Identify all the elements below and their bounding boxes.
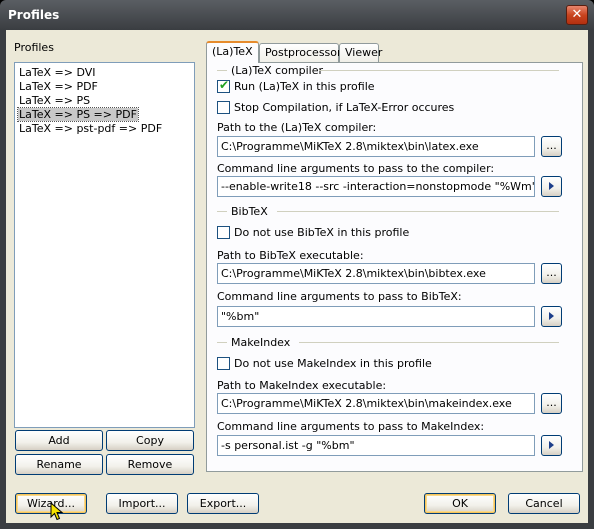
bibtex-path-input[interactable]: C:\Programme\MiKTeX 2.8\miktex\bin\bibte… xyxy=(217,263,535,284)
group-divider xyxy=(299,342,559,343)
bibtex-group-title: BibTeX xyxy=(231,205,268,218)
arrow-right-icon xyxy=(549,182,554,190)
add-button[interactable]: Add xyxy=(15,430,103,451)
latex-browse-button[interactable]: ... xyxy=(541,136,562,157)
makeindex-browse-button[interactable]: ... xyxy=(541,393,562,414)
group-divider xyxy=(319,70,559,71)
remove-button[interactable]: Remove xyxy=(106,454,194,475)
tab-viewer[interactable]: Viewer xyxy=(339,43,382,62)
export-button[interactable]: Export... xyxy=(187,493,259,514)
run-latex-label: Run (La)TeX in this profile xyxy=(234,80,375,93)
makeindex-args-label: Command line arguments to pass to MakeIn… xyxy=(217,420,485,433)
arrow-right-icon xyxy=(549,312,554,320)
arrow-right-icon xyxy=(549,441,554,449)
bibtex-browse-button[interactable]: ... xyxy=(541,263,562,284)
bibtex-path-label: Path to BibTeX executable: xyxy=(217,249,364,262)
tab-postprocessor[interactable]: Postprocessor xyxy=(259,43,342,62)
mouse-cursor-icon xyxy=(50,502,64,521)
group-divider xyxy=(277,211,559,212)
latex-path-input[interactable]: C:\Programme\MiKTeX 2.8\miktex\bin\latex… xyxy=(217,136,535,157)
tab-panel-latex: (La)TeX compiler ✔ Run (La)TeX in this p… xyxy=(206,62,583,472)
cancel-button[interactable]: Cancel xyxy=(508,493,580,514)
profile-item-latex-ps[interactable]: LaTeX => PS xyxy=(18,94,91,107)
group-divider xyxy=(217,211,227,212)
close-button[interactable]: ✕ xyxy=(566,5,588,25)
profile-item-latex-pstpdf-pdf[interactable]: LaTeX => pst-pdf => PDF xyxy=(18,122,163,135)
makeindex-path-input[interactable]: C:\Programme\MiKTeX 2.8\miktex\bin\makei… xyxy=(217,393,535,414)
tab-latex[interactable]: (La)TeX xyxy=(206,41,259,63)
rename-button[interactable]: Rename xyxy=(15,454,103,475)
dialog-body: Profiles LaTeX => DVI LaTeX => PDF LaTeX… xyxy=(6,30,588,523)
disable-bibtex-label: Do not use BibTeX in this profile xyxy=(234,226,410,239)
makeindex-group-title: MakeIndex xyxy=(231,336,291,349)
ok-button[interactable]: OK xyxy=(424,493,496,514)
makeindex-path-label: Path to MakeIndex executable: xyxy=(217,379,387,392)
stop-compilation-label: Stop Compilation, if LaTeX-Error occures xyxy=(234,101,455,114)
makeindex-args-menu-button[interactable] xyxy=(541,435,562,456)
disable-makeindex-checkbox[interactable] xyxy=(217,357,230,370)
group-divider xyxy=(217,70,227,71)
makeindex-args-input[interactable]: -s personal.ist -g "%bm" xyxy=(217,435,535,456)
copy-button[interactable]: Copy xyxy=(106,430,194,451)
disable-makeindex-label: Do not use MakeIndex in this profile xyxy=(234,357,432,370)
profiles-dialog: Profiles ✕ Profiles LaTeX => DVI LaTeX =… xyxy=(0,0,594,529)
import-button[interactable]: Import... xyxy=(106,493,178,514)
profiles-list[interactable]: LaTeX => DVI LaTeX => PDF LaTeX => PS La… xyxy=(14,62,195,428)
group-divider xyxy=(217,342,227,343)
bibtex-args-label: Command line arguments to pass to BibTeX… xyxy=(217,290,462,303)
close-icon: ✕ xyxy=(571,7,583,22)
latex-args-menu-button[interactable] xyxy=(541,176,562,197)
latex-args-input[interactable]: --enable-write18 --src -interaction=nons… xyxy=(217,176,535,197)
latex-path-label: Path to the (La)TeX compiler: xyxy=(217,121,377,134)
run-latex-checkbox[interactable]: ✔ xyxy=(217,78,230,93)
title-bar[interactable]: Profiles ✕ xyxy=(0,0,594,30)
latex-args-label: Command line arguments to pass to the co… xyxy=(217,162,495,175)
profile-item-latex-ps-pdf[interactable]: LaTeX => PS => PDF xyxy=(17,107,139,122)
latex-group-title: (La)TeX compiler xyxy=(231,64,323,77)
profile-item-latex-dvi[interactable]: LaTeX => DVI xyxy=(18,66,97,79)
profiles-label: Profiles xyxy=(14,41,54,54)
window-title: Profiles xyxy=(8,8,60,22)
profile-item-latex-pdf[interactable]: LaTeX => PDF xyxy=(18,80,99,93)
disable-bibtex-checkbox[interactable] xyxy=(217,226,230,239)
bibtex-args-input[interactable]: "%bm" xyxy=(217,306,535,327)
stop-compilation-checkbox[interactable] xyxy=(217,101,230,114)
check-icon: ✔ xyxy=(219,78,230,92)
bibtex-args-menu-button[interactable] xyxy=(541,306,562,327)
